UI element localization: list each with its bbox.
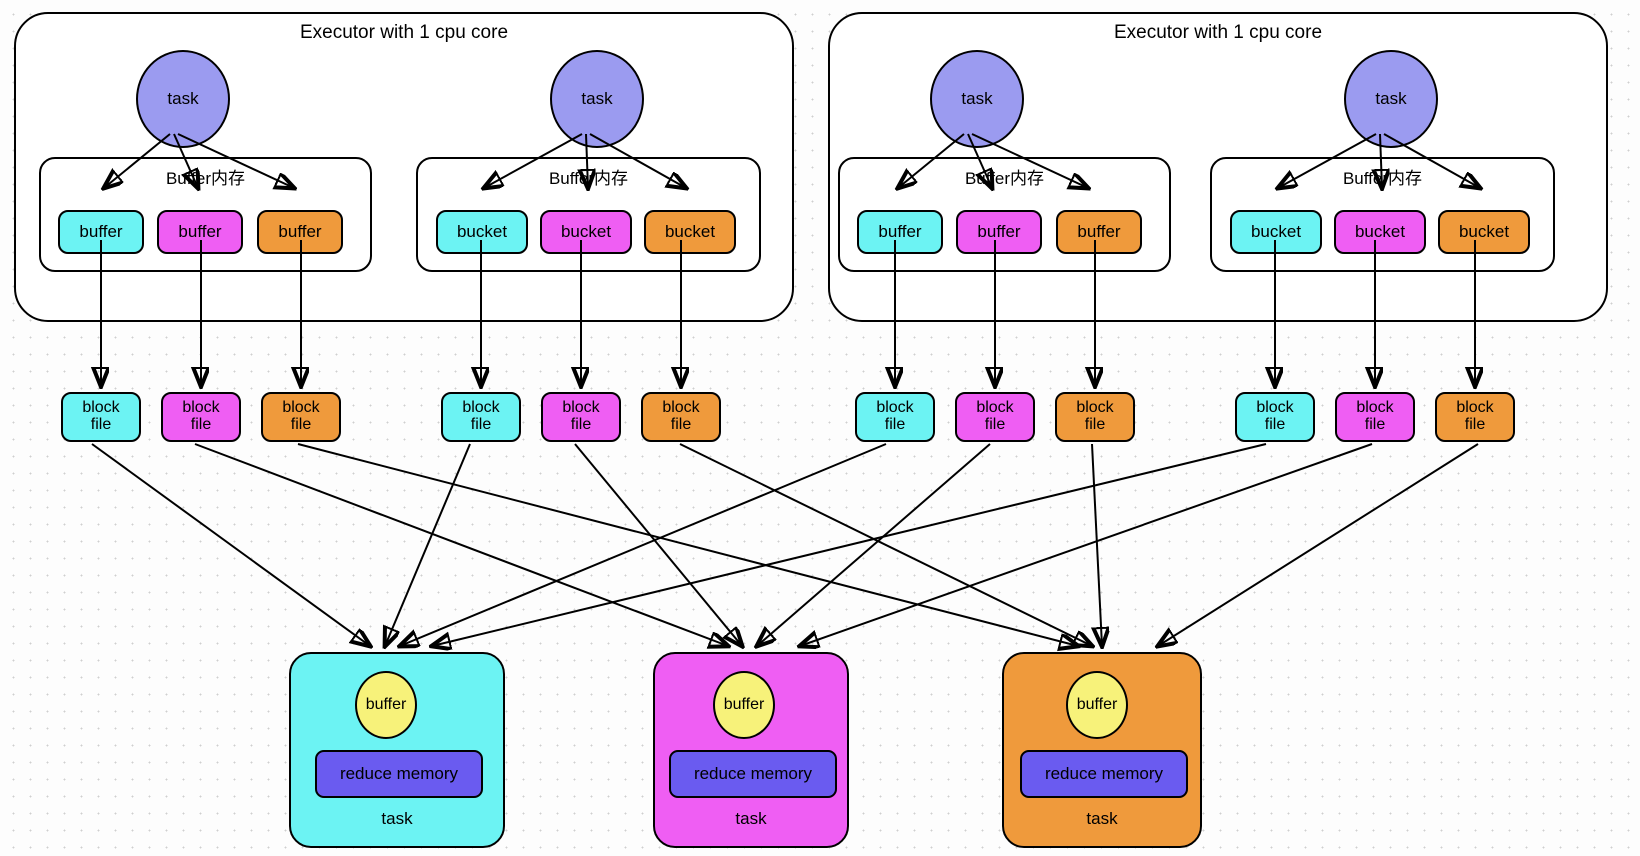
block-file-line1: block bbox=[562, 399, 600, 417]
reduce-memory-box: reduce memory bbox=[1020, 750, 1188, 798]
block-file-line1: block bbox=[662, 399, 700, 417]
map-task-label: task bbox=[1375, 89, 1407, 108]
slot-label: bucket bbox=[560, 222, 612, 242]
block-file-8: block file bbox=[955, 392, 1035, 442]
block-file-line1: block bbox=[1256, 399, 1294, 417]
block-file-5: block file bbox=[541, 392, 621, 442]
bucket-slot-2-2: bucket bbox=[540, 210, 632, 254]
slot-label: bucket bbox=[1354, 222, 1406, 242]
reduce-memory-box: reduce memory bbox=[669, 750, 837, 798]
bucket-slot-4-3: bucket bbox=[1438, 210, 1530, 254]
map-task-label: task bbox=[961, 89, 993, 108]
block-file-line1: block bbox=[1076, 399, 1114, 417]
reduce-task-label: task bbox=[381, 809, 413, 828]
block-file-line1: block bbox=[976, 399, 1014, 417]
block-file-2: block file bbox=[161, 392, 241, 442]
map-task-4: task bbox=[1344, 50, 1438, 148]
slot-label: buffer bbox=[178, 222, 222, 242]
block-file-line2: file bbox=[90, 416, 112, 433]
slot-label: buffer bbox=[878, 222, 922, 242]
executor-title-1: Executor with 1 cpu core bbox=[299, 22, 509, 43]
reduce-task-orange: buffer reduce memory task bbox=[1002, 652, 1202, 848]
block-file-line2: file bbox=[190, 416, 212, 433]
block-file-7: block file bbox=[855, 392, 935, 442]
reduce-buffer-ellipse: buffer bbox=[355, 671, 417, 739]
block-file-line2: file bbox=[1264, 416, 1286, 433]
reduce-buffer-ellipse: buffer bbox=[713, 671, 775, 739]
block-file-4: block file bbox=[441, 392, 521, 442]
reduce-task-cyan: buffer reduce memory task bbox=[289, 652, 505, 848]
reduce-buffer-label: buffer bbox=[723, 696, 765, 713]
buffer-slot-3-1: buffer bbox=[857, 210, 943, 254]
block-file-9: block file bbox=[1055, 392, 1135, 442]
block-file-11: block file bbox=[1335, 392, 1415, 442]
block-file-line2: file bbox=[290, 416, 312, 433]
bucket-slot-2-3: bucket bbox=[644, 210, 736, 254]
map-task-label: task bbox=[167, 89, 199, 108]
buffer-group-title-3: Buffer内存 bbox=[964, 169, 1045, 188]
block-file-line2: file bbox=[1464, 416, 1486, 433]
block-file-line1: block bbox=[462, 399, 500, 417]
block-file-12: block file bbox=[1435, 392, 1515, 442]
reduce-task-label: task bbox=[1086, 809, 1118, 828]
reduce-memory-label: reduce memory bbox=[339, 764, 459, 783]
map-task-2: task bbox=[550, 50, 644, 148]
block-file-line1: block bbox=[1456, 399, 1494, 417]
reduce-buffer-ellipse: buffer bbox=[1066, 671, 1128, 739]
block-file-6: block file bbox=[641, 392, 721, 442]
reduce-memory-label: reduce memory bbox=[693, 764, 813, 783]
reduce-memory-box: reduce memory bbox=[315, 750, 483, 798]
reduce-buffer-label: buffer bbox=[1076, 696, 1118, 713]
buffer-group-title-1: Buffer内存 bbox=[165, 169, 246, 188]
slot-label: buffer bbox=[79, 222, 123, 242]
slot-label: buffer bbox=[278, 222, 322, 242]
bucket-slot-4-1: bucket bbox=[1230, 210, 1322, 254]
reduce-task-label: task bbox=[735, 809, 767, 828]
executor-card-1: Executor with 1 cpu core task Buffer内存 b… bbox=[14, 12, 794, 322]
block-file-10: block file bbox=[1235, 392, 1315, 442]
slot-label: bucket bbox=[664, 222, 716, 242]
block-file-line1: block bbox=[876, 399, 914, 417]
block-file-line2: file bbox=[670, 416, 692, 433]
map-task-label: task bbox=[581, 89, 613, 108]
block-file-line1: block bbox=[1356, 399, 1394, 417]
block-file-line2: file bbox=[470, 416, 492, 433]
executor-card-2: Executor with 1 cpu core task Buffer内存 b… bbox=[828, 12, 1608, 322]
slot-label: bucket bbox=[1250, 222, 1302, 242]
buffer-slot-1-2: buffer bbox=[157, 210, 243, 254]
slot-label: bucket bbox=[1458, 222, 1510, 242]
slot-label: bucket bbox=[456, 222, 508, 242]
buffer-slot-1-3: buffer bbox=[257, 210, 343, 254]
block-file-line2: file bbox=[570, 416, 592, 433]
buffer-slot-3-3: buffer bbox=[1056, 210, 1142, 254]
map-task-3: task bbox=[930, 50, 1024, 148]
bucket-slot-4-2: bucket bbox=[1334, 210, 1426, 254]
buffer-slot-3-2: buffer bbox=[956, 210, 1042, 254]
shuffle-fetch-edges bbox=[91, 443, 1479, 646]
reduce-buffer-label: buffer bbox=[365, 696, 407, 713]
block-file-1: block file bbox=[61, 392, 141, 442]
block-file-line2: file bbox=[884, 416, 906, 433]
block-file-3: block file bbox=[261, 392, 341, 442]
block-file-line2: file bbox=[984, 416, 1006, 433]
diagram-canvas: Executor with 1 cpu core task Buffer内存 b… bbox=[0, 0, 1640, 856]
buffer-group-title-2: Buffer内存 bbox=[548, 169, 629, 188]
block-file-line2: file bbox=[1364, 416, 1386, 433]
block-file-line1: block bbox=[182, 399, 220, 417]
block-file-line1: block bbox=[282, 399, 320, 417]
reduce-task-magenta: buffer reduce memory task bbox=[653, 652, 849, 848]
buffer-slot-1-1: buffer bbox=[58, 210, 144, 254]
block-file-line2: file bbox=[1084, 416, 1106, 433]
slot-label: buffer bbox=[1077, 222, 1121, 242]
reduce-memory-label: reduce memory bbox=[1044, 764, 1164, 783]
slot-label: buffer bbox=[977, 222, 1021, 242]
buffer-group-title-4: Buffer内存 bbox=[1342, 169, 1423, 188]
bucket-slot-2-1: bucket bbox=[436, 210, 528, 254]
block-file-line1: block bbox=[82, 399, 120, 417]
map-task-1: task bbox=[136, 50, 230, 148]
executor-title-2: Executor with 1 cpu core bbox=[1113, 22, 1323, 43]
